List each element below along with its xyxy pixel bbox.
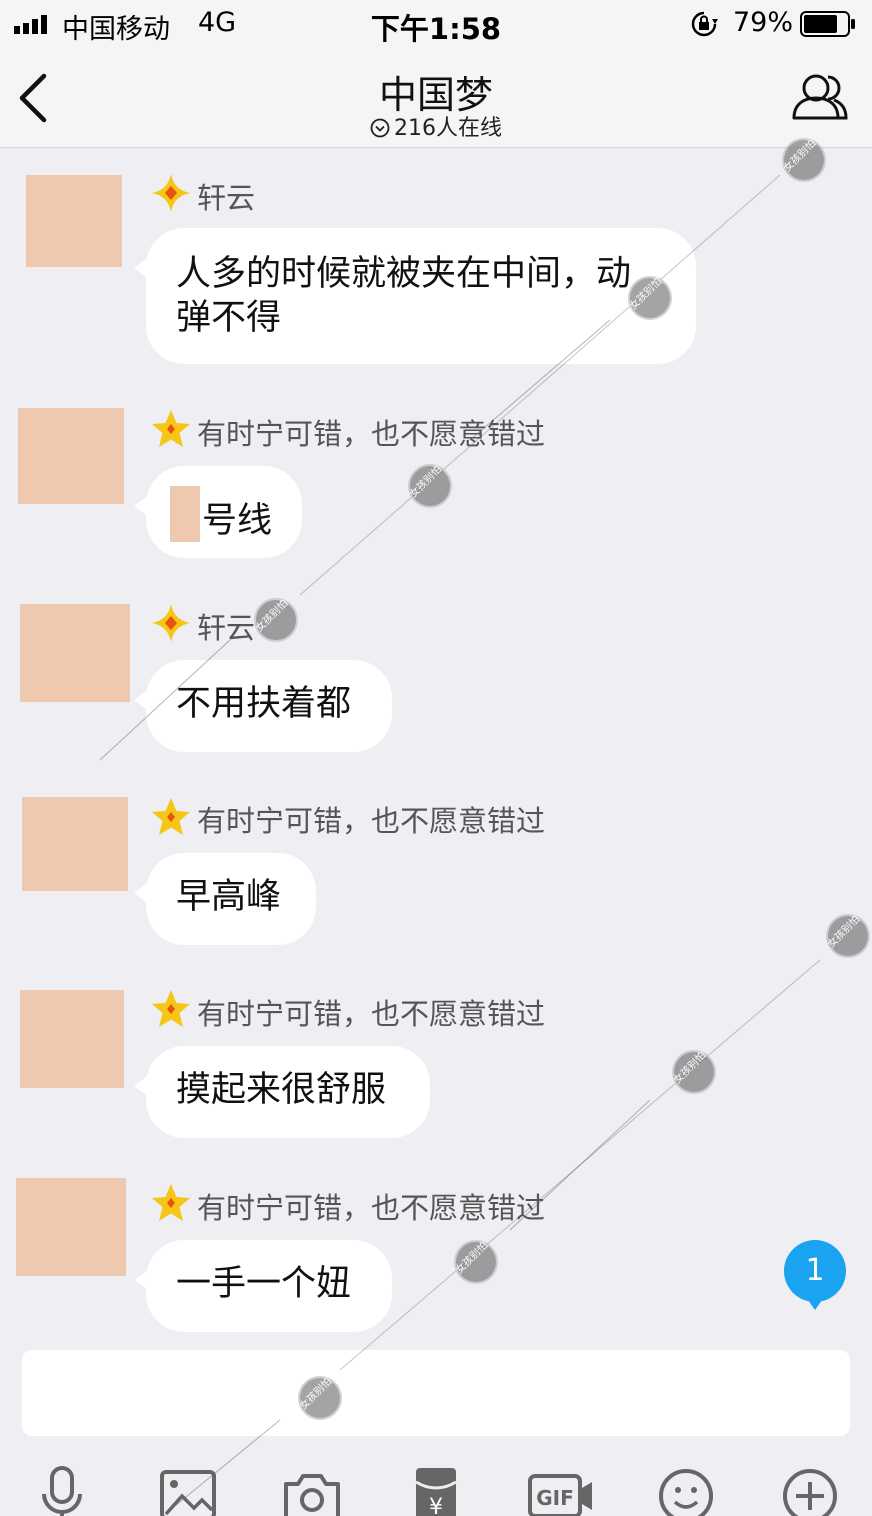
- message-text-line: 人多的时候就被夹在中间，动: [176, 254, 632, 294]
- message-bubble[interactable]: 摸起来很舒服: [134, 1046, 430, 1138]
- message-text-line: 弹不得: [176, 298, 282, 338]
- message-text: 号线: [202, 501, 273, 541]
- avatar[interactable]: [26, 175, 122, 267]
- star-badge-icon: [152, 990, 190, 1027]
- sender-name: 有时宁可错，也不愿意错过: [197, 804, 546, 838]
- avatar[interactable]: [20, 604, 130, 702]
- battery-percent: 79%: [733, 7, 794, 38]
- members-icon[interactable]: [790, 68, 850, 128]
- message-text: 早高峰: [176, 877, 282, 917]
- star-badge-icon: [152, 410, 190, 447]
- message-text: 摸起来很舒服: [176, 1070, 387, 1110]
- message-bubble[interactable]: 号线: [134, 466, 302, 558]
- online-count-label: 216人在线: [394, 116, 502, 141]
- emoji-icon[interactable]: [656, 1464, 716, 1516]
- watermark-stamp: 女孩别怕: [816, 904, 872, 968]
- avatar[interactable]: [16, 1178, 126, 1276]
- sender-name: 有时宁可错，也不愿意错过: [197, 1191, 546, 1225]
- red-packet-icon[interactable]: ¥: [406, 1464, 466, 1516]
- unread-count-badge[interactable]: 1: [784, 1240, 846, 1310]
- avatar[interactable]: [20, 990, 124, 1088]
- message-bubble[interactable]: 人多的时候就被夹在中间，动 弹不得: [134, 228, 696, 364]
- chevron-down-icon: [370, 118, 390, 138]
- online-count[interactable]: 216人在线: [0, 110, 872, 142]
- message-text: 一手一个妞: [176, 1264, 352, 1304]
- message-input[interactable]: [22, 1350, 850, 1436]
- camera-icon[interactable]: [282, 1464, 342, 1516]
- rotation-lock-icon: [691, 11, 718, 37]
- svg-text:GIF: GIF: [536, 1486, 574, 1510]
- message-bubble[interactable]: 不用扶着都: [134, 660, 392, 752]
- message-text: 不用扶着都: [176, 684, 352, 724]
- star-badge-icon: [152, 798, 190, 835]
- redacted-block: [170, 486, 200, 542]
- sender-name: 有时宁可错，也不愿意错过: [197, 997, 546, 1031]
- message-bubble[interactable]: 早高峰: [134, 853, 316, 945]
- status-bar: 中国移动 4G 下午1:58 79%: [0, 0, 872, 50]
- sender-name: 轩云: [197, 181, 256, 215]
- svg-text:¥: ¥: [429, 1495, 443, 1516]
- image-icon[interactable]: [158, 1464, 218, 1516]
- avatar[interactable]: [22, 797, 128, 891]
- sender-name: 轩云: [197, 611, 256, 645]
- nav-bar: 中国梦 216人在线: [0, 50, 872, 148]
- microphone-icon[interactable]: [32, 1464, 92, 1516]
- diamond-badge-icon: [152, 604, 190, 642]
- star-badge-icon: [152, 1184, 190, 1221]
- plus-icon[interactable]: [780, 1464, 840, 1516]
- watermark-stamp: 女孩别怕: [662, 1040, 726, 1104]
- message-bubble[interactable]: 一手一个妞: [134, 1240, 392, 1332]
- avatar[interactable]: [18, 408, 124, 504]
- diamond-badge-icon: [152, 174, 190, 212]
- gif-icon[interactable]: GIF: [528, 1464, 594, 1516]
- watermark-stamp: 女孩别怕: [398, 454, 462, 518]
- battery-icon: [800, 11, 855, 37]
- input-toolbar: ¥ GIF: [0, 1450, 872, 1516]
- sender-name: 有时宁可错，也不愿意错过: [197, 417, 546, 451]
- watermark-stamp: 女孩别怕: [444, 1230, 508, 1294]
